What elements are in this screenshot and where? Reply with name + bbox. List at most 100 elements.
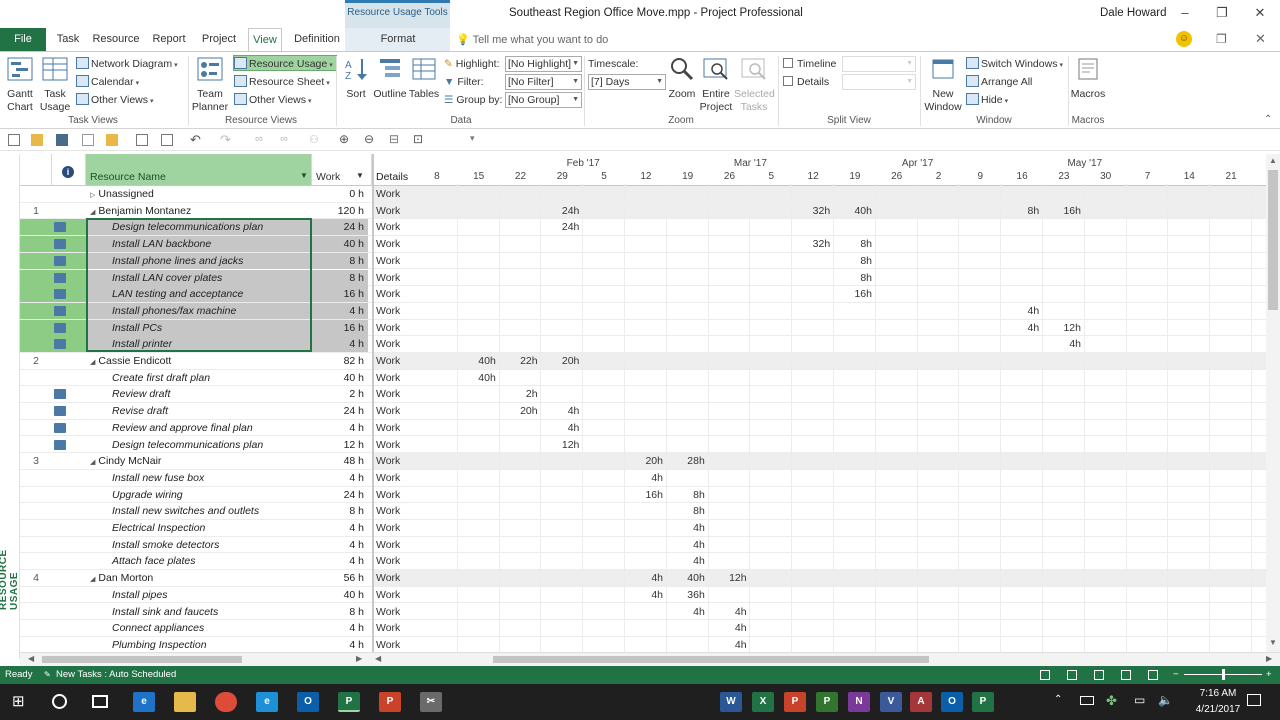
work-cell[interactable]: 12 h	[312, 437, 368, 453]
timephased-work-value[interactable]: 24h	[541, 203, 580, 219]
work-cell[interactable]: 56 h	[312, 570, 368, 586]
work-cell[interactable]: 4 h	[312, 537, 368, 553]
minimize-icon[interactable]: –	[1175, 4, 1195, 22]
task-usage-button[interactable]: Task Usage	[38, 56, 72, 114]
new-file-icon[interactable]	[8, 134, 20, 146]
details-view-dropdown[interactable]: ▼	[842, 74, 916, 90]
column-filter-dropdown-icon[interactable]: ▼	[300, 171, 308, 180]
smiley-feedback-icon[interactable]: ☺	[1176, 31, 1192, 47]
assignment-name-cell[interactable]: Install LAN backbone	[86, 236, 312, 253]
assignment-row[interactable]: Install pipes 40 h	[20, 587, 372, 604]
timephased-work-value[interactable]: 28h	[667, 453, 705, 469]
timephased-work-value[interactable]: 36h	[667, 587, 705, 603]
work-cell[interactable]: 4 h	[312, 302, 368, 319]
work-cell[interactable]: 4 h	[312, 470, 368, 486]
timephased-work-value[interactable]: 4h	[625, 570, 663, 586]
tab-project[interactable]: Project	[196, 28, 242, 51]
tab-view[interactable]: View	[248, 28, 282, 51]
work-cell[interactable]: 40 h	[312, 236, 368, 253]
work-cell[interactable]: 16 h	[312, 319, 368, 336]
restore-ribbon-icon[interactable]: ❐	[1216, 32, 1227, 46]
timephased-work-value[interactable]: 12h	[709, 570, 747, 586]
timephased-work-value[interactable]: 4h	[541, 420, 580, 436]
assignment-name-cell[interactable]: Review draft	[86, 386, 312, 402]
collapse-icon[interactable]: ◢	[90, 459, 95, 466]
open-folder-icon[interactable]	[31, 134, 43, 146]
assignment-name-cell[interactable]: Install sink and faucets	[86, 604, 312, 620]
timephased-work-value[interactable]: 4h	[625, 587, 663, 603]
resource-name-cell[interactable]: ◢ Dan Morton	[86, 570, 312, 586]
assignment-row[interactable]: Install new fuse box 4 h	[20, 470, 372, 487]
resource-name-column-header[interactable]: Resource Name ▼	[86, 154, 312, 186]
timephased-work-value[interactable]: 4h	[625, 470, 663, 486]
work-cell[interactable]: 40 h	[312, 587, 368, 603]
tab-definition[interactable]: Definition	[288, 28, 346, 51]
timeline-checkbox[interactable]: Timeline	[783, 56, 836, 72]
assignment-row[interactable]: Install PCs 16 h	[20, 319, 372, 337]
scroll-up-icon[interactable]: ▲	[1269, 156, 1277, 165]
restore-icon[interactable]: ❐	[1212, 4, 1232, 22]
work-cell[interactable]: 8 h	[312, 252, 368, 269]
resource-name-cell[interactable]: ◢ Cindy McNair	[86, 453, 312, 469]
assignment-name-cell[interactable]: Design telecommunications plan	[86, 437, 312, 453]
assignment-name-cell[interactable]: Design telecommunications plan	[86, 219, 312, 236]
word-icon[interactable]: W	[720, 692, 742, 712]
gantt-shortcut-icon[interactable]	[1067, 670, 1077, 680]
taskbar-time[interactable]: 7:16 AM	[1193, 688, 1243, 699]
timephased-work-value[interactable]: 4h	[1001, 320, 1040, 336]
visio-icon[interactable]: V	[880, 692, 902, 712]
timephased-work-value[interactable]: 16h	[625, 487, 663, 503]
assignment-name-cell[interactable]: Create first draft plan	[86, 370, 312, 386]
print-icon[interactable]	[136, 134, 148, 146]
work-cell[interactable]: 48 h	[312, 453, 368, 469]
user-name[interactable]: Dale Howard	[1100, 7, 1166, 19]
snipping-tool-icon[interactable]: ✂	[420, 692, 442, 712]
assignment-row[interactable]: Install new switches and outlets 8 h	[20, 503, 372, 520]
outlook-icon-2[interactable]: O	[941, 692, 963, 712]
work-cell[interactable]: 82 h	[312, 353, 368, 369]
task-view-icon[interactable]	[92, 695, 108, 708]
work-cell[interactable]: 4 h	[312, 420, 368, 436]
gantt-chart-button[interactable]: Gantt Chart	[2, 56, 38, 114]
assignment-row[interactable]: Install LAN backbone 40 h	[20, 236, 372, 253]
assignment-name-cell[interactable]: Install pipes	[86, 587, 312, 603]
tab-format[interactable]: Format	[370, 28, 426, 51]
zoom-in-slider-icon[interactable]: +	[1266, 666, 1272, 684]
assignment-name-cell[interactable]: Connect appliances	[86, 620, 312, 636]
work-cell[interactable]: 4 h	[312, 520, 368, 536]
assignment-row[interactable]: Attach face plates 4 h	[20, 553, 372, 571]
expand-icon[interactable]: ▷	[90, 192, 95, 199]
edge-icon[interactable]: e	[133, 692, 155, 712]
resource-row[interactable]: 2 ◢ Cassie Endicott 82 h	[20, 353, 372, 370]
timephased-work-value[interactable]: 4h	[709, 637, 747, 652]
assignment-name-cell[interactable]: Install new switches and outlets	[86, 503, 312, 519]
scroll-to-task-icon[interactable]: ⊟	[389, 132, 399, 146]
tables-button[interactable]: Tables	[408, 56, 440, 101]
work-cell[interactable]: 40 h	[312, 370, 368, 386]
work-cell[interactable]: 16 h	[312, 286, 368, 303]
work-column-header[interactable]: Work ▼	[312, 154, 372, 186]
tray-app-icon[interactable]: ✤	[1106, 693, 1117, 709]
timephased-work-value[interactable]: 8h	[834, 253, 872, 269]
column-filter-dropdown-icon[interactable]: ▼	[356, 171, 364, 180]
save-icon[interactable]	[56, 134, 68, 146]
entire-project-button[interactable]: Entire Project	[698, 56, 734, 114]
assignment-name-cell[interactable]: Plumbing Inspection	[86, 637, 312, 652]
assignment-row[interactable]: Install phones/fax machine 4 h	[20, 302, 372, 320]
access-icon[interactable]: A	[910, 692, 932, 712]
assignment-name-cell[interactable]: Install smoke detectors	[86, 537, 312, 553]
timephased-work-value[interactable]: 40h	[458, 370, 496, 386]
timephased-work-value[interactable]: 8h	[667, 487, 705, 503]
timephased-work-value[interactable]: 12h	[1043, 320, 1081, 336]
assignment-row[interactable]: Create first draft plan 40 h	[20, 370, 372, 387]
id-column-header[interactable]	[20, 154, 52, 186]
project-icon-2[interactable]: P	[816, 692, 838, 712]
timescale-scroll-left-icon[interactable]: ◀	[375, 654, 381, 663]
project-icon[interactable]: P	[338, 692, 360, 712]
vertical-scroll-thumb[interactable]	[1268, 170, 1278, 310]
close-doc-icon[interactable]: ✕	[1255, 31, 1266, 47]
resource-sheet-shortcut-icon[interactable]	[1148, 670, 1158, 680]
work-cell[interactable]: 24 h	[312, 403, 368, 419]
timeline-view-dropdown[interactable]: ▼	[842, 56, 916, 72]
resource-row[interactable]: ▷ Unassigned 0 h	[20, 186, 372, 203]
